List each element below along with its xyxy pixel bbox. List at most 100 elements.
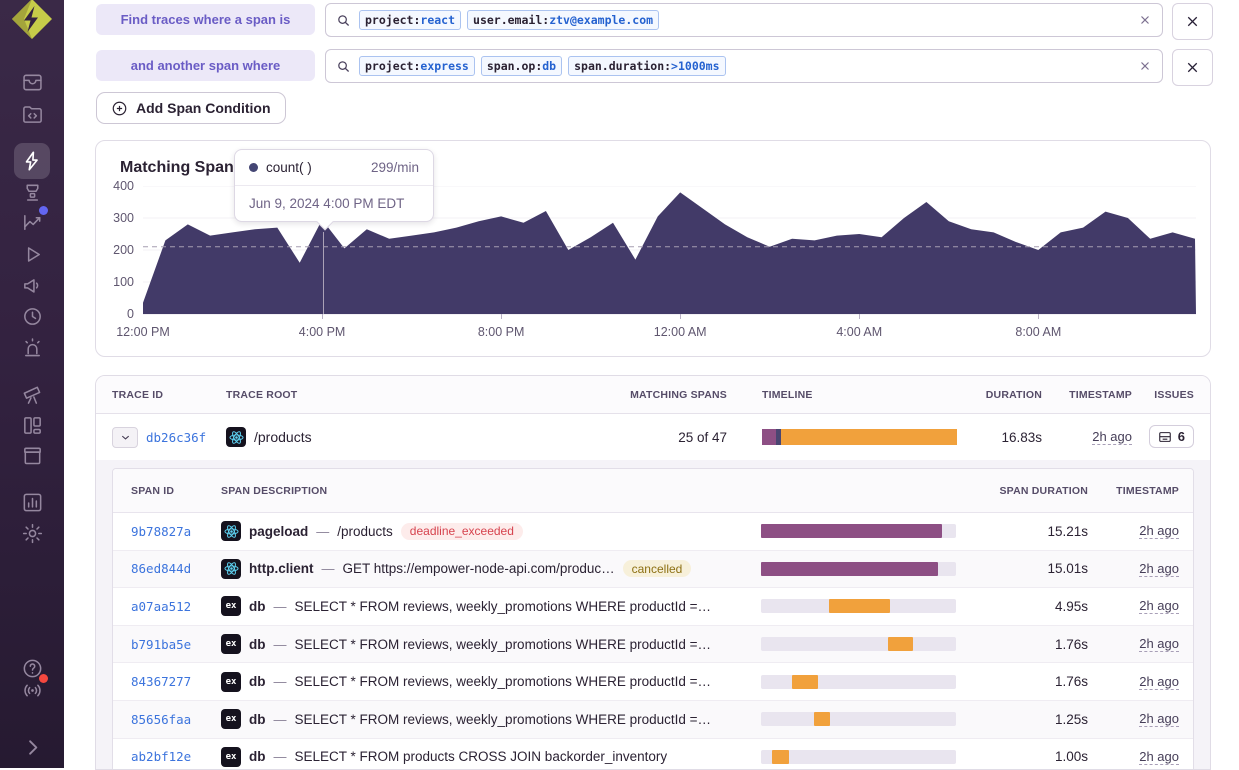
span-description: SELECT * FROM reviews, weekly_promotions…	[295, 599, 712, 614]
chart-title: Matching Spans	[120, 159, 243, 177]
span-id-link[interactable]: a07aa512	[131, 599, 221, 614]
span-timestamp[interactable]: 2h ago	[1139, 561, 1179, 577]
span-timestamp[interactable]: 2h ago	[1139, 636, 1179, 652]
dashboards-icon	[21, 414, 44, 437]
trace-id-link[interactable]: db26c36f	[146, 430, 206, 445]
chart-tooltip: count( ) 299/min Jun 9, 2024 4:00 PM EDT	[234, 149, 434, 222]
sidebar-item-replays[interactable]	[19, 241, 45, 267]
search-bar-1[interactable]: project:react user.email:ztv@example.com	[325, 3, 1163, 37]
span-row[interactable]: ab2bf12eexdb—SELECT * FROM products CROS…	[113, 738, 1193, 770]
token-value: react	[420, 13, 455, 27]
span-timestamp[interactable]: 2h ago	[1139, 711, 1179, 727]
x-axis-label: 8:00 AM	[998, 325, 1078, 339]
span-row[interactable]: a07aa512exdb—SELECT * FROM reviews, week…	[113, 587, 1193, 625]
search-bar-2[interactable]: project:express span.op:db span.duration:>…	[325, 49, 1163, 83]
span-duration-value: 1.76s	[956, 674, 1088, 689]
sidebar-item-issues[interactable]	[19, 69, 45, 95]
y-axis-label: 300	[96, 211, 134, 225]
sidebar-item-feedback[interactable]	[19, 272, 45, 298]
settings-icon	[21, 522, 44, 545]
span-id-link[interactable]: 84367277	[131, 674, 221, 689]
span-description: /products	[337, 524, 393, 539]
search-input-1[interactable]	[667, 4, 1130, 36]
search-input-2[interactable]	[734, 50, 1130, 82]
trace-timestamp[interactable]: 2h ago	[1092, 429, 1132, 445]
span-op: db	[249, 637, 266, 652]
span-id-link[interactable]: ab2bf12e	[131, 749, 221, 764]
col-timestamp: TIMESTAMP	[1042, 389, 1132, 401]
span-row[interactable]: 85656faaexdb—SELECT * FROM reviews, week…	[113, 700, 1193, 738]
query-label-2: and another span where	[96, 50, 315, 81]
sidebar-item-insights[interactable]	[19, 209, 45, 235]
span-row[interactable]: 86ed844dhttp.client—GET https://empower-…	[113, 550, 1193, 588]
traces-table-panel: TRACE ID TRACE ROOT MATCHING SPANS TIMEL…	[95, 375, 1211, 770]
col-issues: ISSUES	[1132, 389, 1194, 401]
span-row[interactable]: 84367277exdb—SELECT * FROM reviews, week…	[113, 662, 1193, 700]
separator: —	[274, 599, 287, 614]
span-id-link[interactable]: b791ba5e	[131, 637, 221, 652]
trace-issues-button[interactable]: 6	[1149, 425, 1194, 448]
separator: —	[274, 674, 287, 689]
alerts-icon	[21, 336, 44, 359]
collapse-trace-button[interactable]	[112, 427, 138, 448]
sidebar-item-releases[interactable]	[19, 442, 45, 468]
trace-timeline-bar[interactable]	[762, 429, 957, 445]
span-op: db	[249, 749, 266, 764]
add-span-condition-button[interactable]: Add Span Condition	[96, 92, 286, 124]
span-timestamp[interactable]: 2h ago	[1139, 749, 1179, 765]
trace-row[interactable]: db26c36f /products 25 of 47 16.83s 2h ag…	[96, 414, 1210, 461]
filter-token[interactable]: span.op:db	[481, 56, 562, 76]
span-timestamp[interactable]: 2h ago	[1139, 523, 1179, 539]
traces-icon	[21, 150, 43, 172]
sidebar-item-explore[interactable]	[19, 101, 45, 127]
y-axis-label: 100	[96, 275, 134, 289]
span-id-link[interactable]: 9b78827a	[131, 524, 221, 539]
filter-token[interactable]: span.duration:>1000ms	[568, 56, 725, 76]
matching-spans-count: 25 of 47	[612, 430, 727, 445]
sentry-logo[interactable]	[11, 0, 53, 40]
span-duration-bar	[761, 562, 956, 576]
col-timeline: TIMELINE	[727, 389, 957, 401]
filter-token[interactable]: user.email:ztv@example.com	[467, 10, 659, 30]
span-duration-bar	[761, 675, 956, 689]
react-platform-icon	[221, 559, 241, 579]
x-axis-tick	[680, 314, 681, 319]
trace-root-name[interactable]: /products	[254, 429, 312, 445]
sidebar-item-collapse[interactable]	[19, 734, 45, 760]
x-axis-tick	[501, 314, 502, 319]
span-id-link[interactable]: 85656faa	[131, 712, 221, 727]
filter-token[interactable]: project:express	[359, 56, 475, 76]
sidebar-item-alerts[interactable]	[19, 334, 45, 360]
span-duration-bar	[761, 637, 956, 651]
span-row[interactable]: b791ba5eexdb—SELECT * FROM reviews, week…	[113, 625, 1193, 663]
remove-condition-button-1[interactable]	[1172, 3, 1213, 40]
sidebar-item-broadcast[interactable]	[19, 677, 45, 703]
span-duration-bar	[761, 599, 956, 613]
span-row[interactable]: 9b78827apageload—/productsdeadline_excee…	[113, 513, 1193, 550]
crons-icon	[21, 305, 44, 328]
clear-search-icon-2[interactable]	[1138, 59, 1152, 73]
clear-search-icon-1[interactable]	[1138, 13, 1152, 27]
token-key: user.email:	[473, 13, 549, 27]
replays-icon	[21, 243, 44, 266]
collapse-icon	[21, 736, 44, 759]
span-timestamp[interactable]: 2h ago	[1139, 598, 1179, 614]
sidebar-item-dashboards[interactable]	[19, 412, 45, 438]
insights-notification-dot	[39, 206, 48, 215]
sidebar-item-discover[interactable]	[19, 381, 45, 407]
express-platform-icon: ex	[221, 747, 241, 767]
sidebar-item-traces[interactable]	[14, 143, 50, 179]
filter-token[interactable]: project:react	[359, 10, 461, 30]
sidebar-item-crons[interactable]	[19, 303, 45, 329]
separator: —	[316, 524, 329, 539]
sidebar-item-profiling[interactable]	[19, 179, 45, 205]
span-timestamp[interactable]: 2h ago	[1139, 674, 1179, 690]
span-description: SELECT * FROM reviews, weekly_promotions…	[295, 674, 712, 689]
span-id-link[interactable]: 86ed844d	[131, 561, 221, 576]
expanded-trace-section: SPAN ID SPAN DESCRIPTION SPAN DURATION T…	[96, 460, 1210, 769]
separator: —	[274, 749, 287, 764]
sidebar-item-settings[interactable]	[19, 520, 45, 546]
remove-condition-button-2[interactable]	[1172, 49, 1213, 86]
search-icon	[336, 59, 351, 74]
sidebar-item-stats[interactable]	[19, 489, 45, 515]
